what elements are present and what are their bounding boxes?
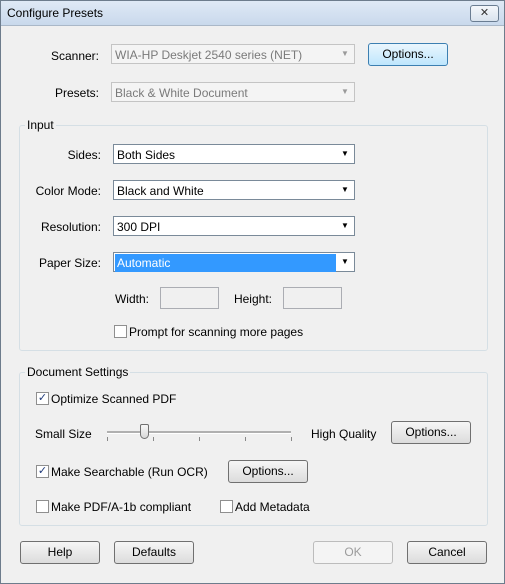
presets-dropdown[interactable]: Black & White Document ▼	[111, 82, 355, 102]
close-icon: ✕	[479, 7, 490, 19]
height-field[interactable]	[283, 287, 342, 309]
sides-label: Sides:	[67, 148, 101, 162]
width-field[interactable]	[160, 287, 219, 309]
close-button[interactable]: ✕	[470, 5, 499, 22]
configure-presets-dialog: Configure Presets ✕ Scanner: WIA-HP Desk…	[0, 0, 505, 584]
slider-tick	[245, 437, 246, 441]
chevron-down-icon: ▼	[341, 257, 349, 266]
paper-size-label: Paper Size:	[38, 256, 101, 270]
color-mode-value: Black and White	[117, 184, 204, 198]
ocr-options-button[interactable]: Options...	[228, 460, 308, 483]
width-label: Width:	[114, 292, 149, 306]
chevron-down-icon: ▼	[341, 49, 349, 58]
color-mode-dropdown[interactable]: Black and White ▼	[113, 180, 355, 200]
scanner-label: Scanner:	[50, 49, 99, 63]
make-searchable-checkbox[interactable]: ✓	[36, 465, 49, 478]
chevron-down-icon: ▼	[341, 185, 349, 194]
scanner-value: WIA-HP Deskjet 2540 series (NET)	[115, 48, 303, 62]
resolution-label: Resolution:	[40, 220, 101, 234]
add-metadata-checkbox[interactable]	[220, 500, 233, 513]
slider-tick	[153, 437, 154, 441]
prompt-more-pages-checkbox[interactable]	[114, 325, 127, 338]
presets-value: Black & White Document	[115, 86, 248, 100]
title-bar: Configure Presets ✕	[1, 1, 504, 26]
resolution-dropdown[interactable]: 300 DPI ▼	[113, 216, 355, 236]
quality-slider-track[interactable]	[107, 431, 291, 434]
color-mode-label: Color Mode:	[35, 184, 101, 198]
slider-tick	[107, 437, 108, 441]
checkmark-icon: ✓	[37, 392, 48, 404]
add-metadata-label: Add Metadata	[235, 500, 310, 514]
chevron-down-icon: ▼	[341, 87, 349, 96]
high-quality-label: High Quality	[311, 427, 377, 441]
help-button[interactable]: Help	[20, 541, 100, 564]
prompt-more-pages-label: Prompt for scanning more pages	[129, 325, 304, 339]
optimize-pdf-checkbox[interactable]: ✓	[36, 392, 49, 405]
sides-value: Both Sides	[117, 148, 176, 162]
pdfa-compliant-checkbox[interactable]	[36, 500, 49, 513]
document-settings-group-label: Document Settings	[25, 365, 131, 379]
chevron-down-icon: ▼	[341, 149, 349, 158]
height-label: Height:	[233, 292, 272, 306]
slider-tick	[199, 437, 200, 441]
presets-label: Presets:	[54, 86, 99, 100]
sides-dropdown[interactable]: Both Sides ▼	[113, 144, 355, 164]
pdfa-compliant-label: Make PDF/A-1b compliant	[51, 500, 192, 514]
slider-tick	[291, 437, 292, 441]
quality-slider-thumb[interactable]	[139, 424, 149, 439]
resolution-value: 300 DPI	[117, 220, 161, 234]
scanner-dropdown[interactable]: WIA-HP Deskjet 2540 series (NET) ▼	[111, 44, 355, 64]
quality-options-button[interactable]: Options...	[391, 421, 471, 444]
scanner-options-button[interactable]: Options...	[368, 43, 448, 66]
input-group-label: Input	[25, 118, 56, 132]
cancel-button[interactable]: Cancel	[407, 541, 487, 564]
make-searchable-label: Make Searchable (Run OCR)	[51, 465, 208, 479]
checkmark-icon: ✓	[37, 465, 48, 477]
defaults-button[interactable]: Defaults	[114, 541, 194, 564]
dialog-title: Configure Presets	[7, 6, 104, 20]
paper-size-dropdown[interactable]: Automatic ▼	[113, 252, 355, 272]
small-size-label: Small Size	[35, 427, 92, 441]
optimize-pdf-label: Optimize Scanned PDF	[51, 392, 177, 406]
chevron-down-icon: ▼	[341, 221, 349, 230]
ok-button[interactable]: OK	[313, 541, 393, 564]
paper-size-value: Automatic	[115, 254, 336, 272]
